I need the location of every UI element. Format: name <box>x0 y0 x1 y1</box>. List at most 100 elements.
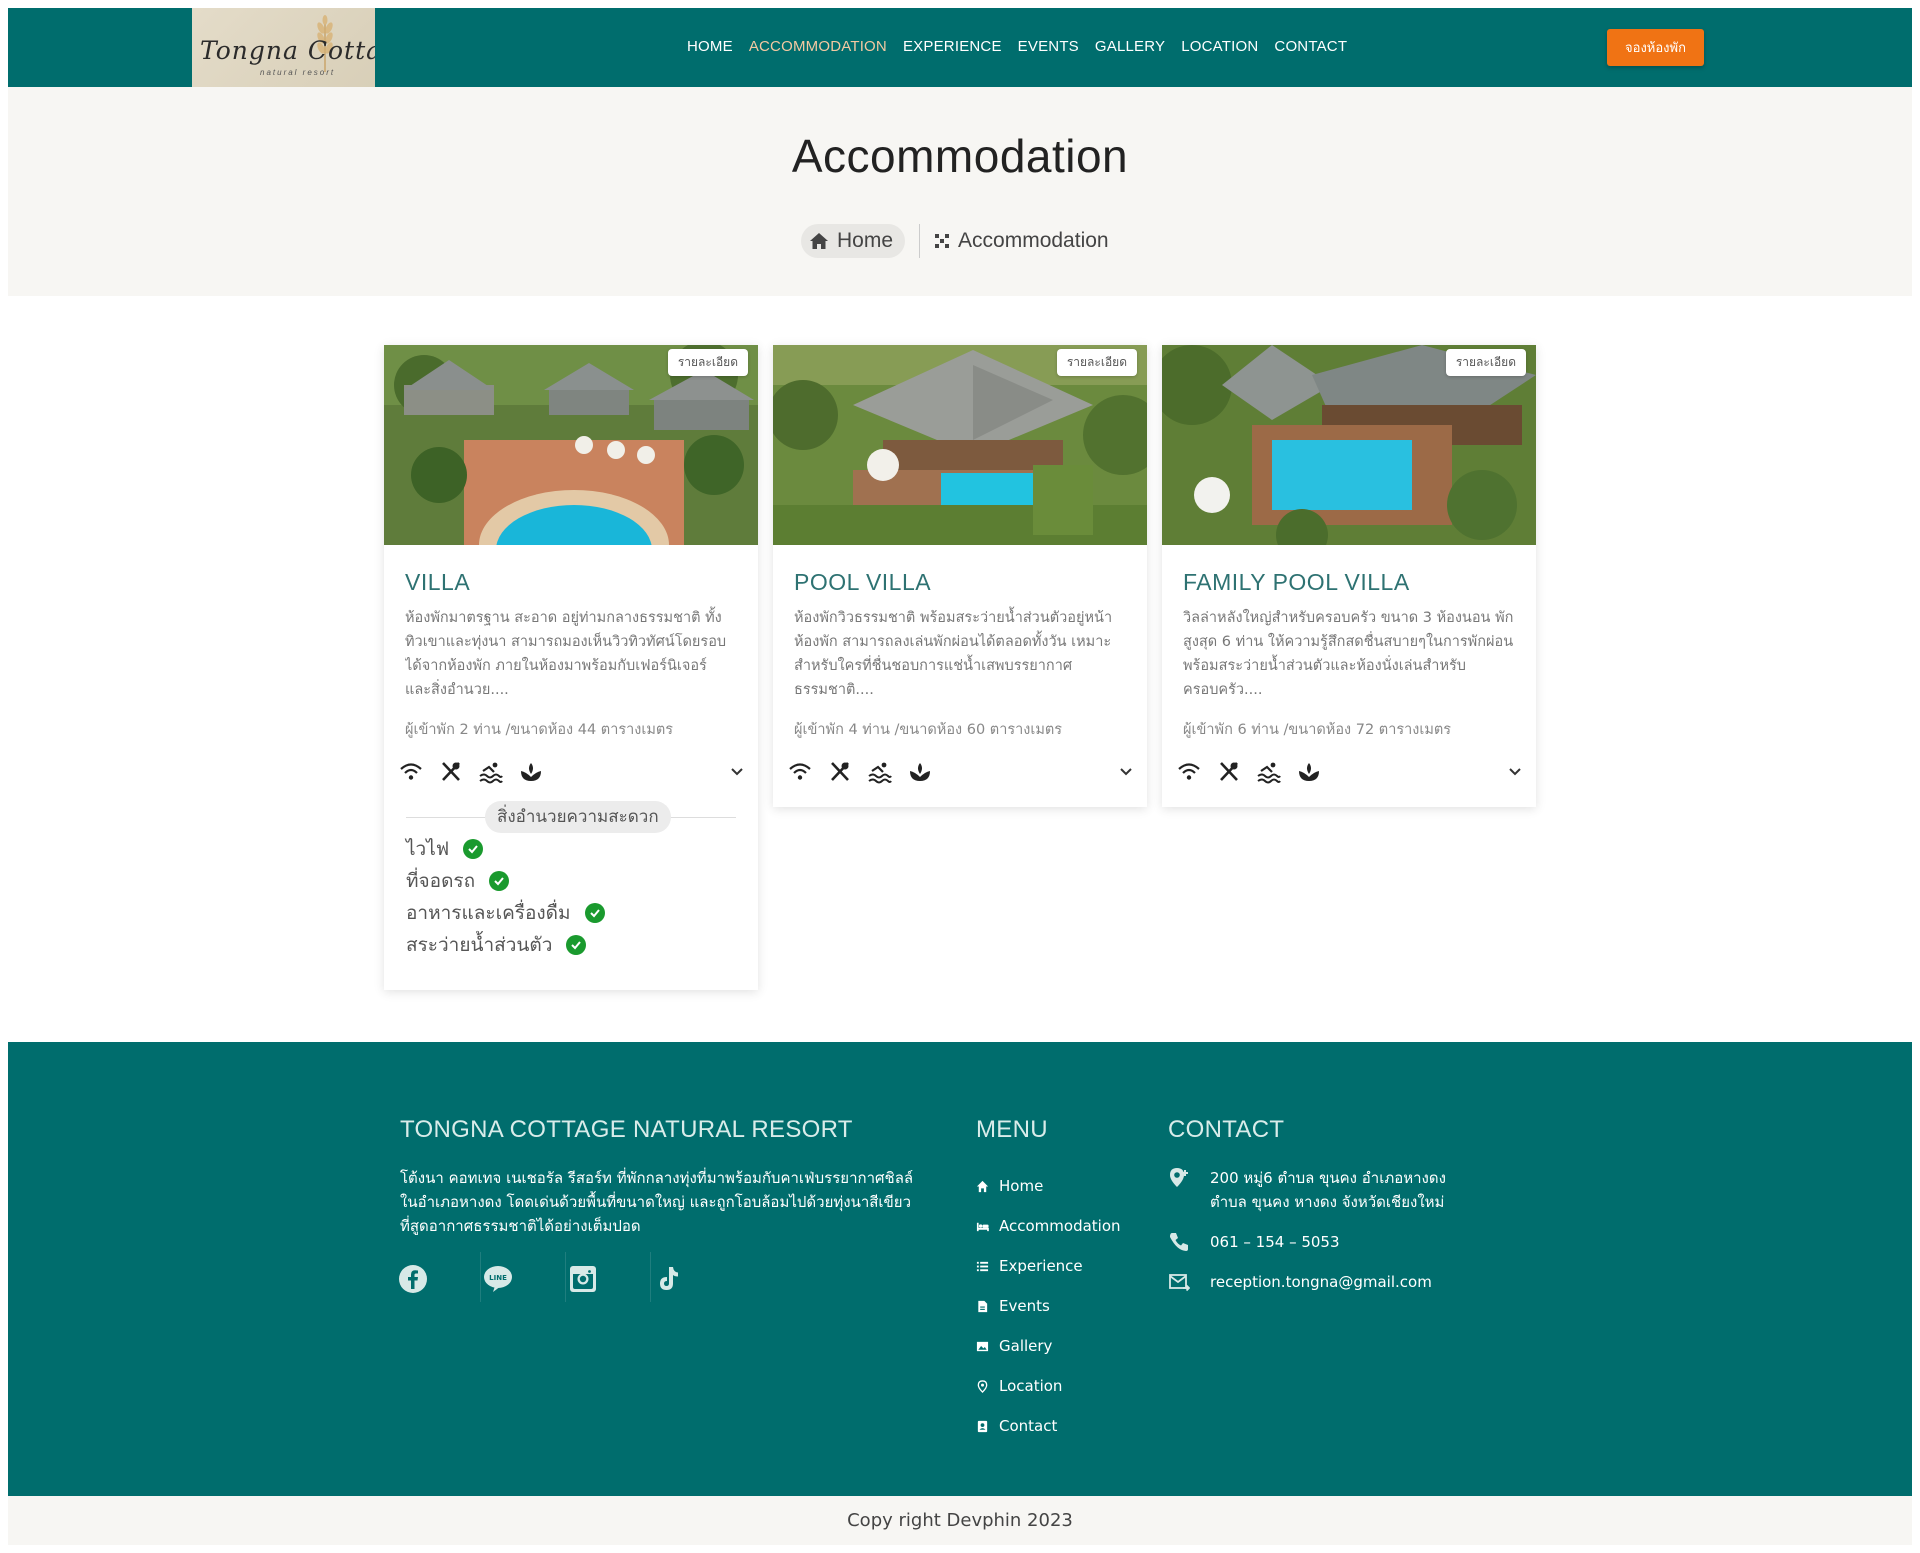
page-title: Accommodation <box>791 130 1129 182</box>
location-pin-icon <box>1170 1168 1188 1187</box>
wifi-icon <box>1176 759 1202 785</box>
book-room-button[interactable]: จองห้องพัก <box>1607 29 1704 66</box>
contact-email[interactable]: reception.tongna@gmail.com <box>1168 1270 1468 1294</box>
footer-contact: 200 หมู่6 ตำบล ขุนคง อำเภอหางดง ตำบล ขุน… <box>1168 1166 1468 1310</box>
check-icon <box>584 903 605 923</box>
room-title[interactable]: VILLA <box>405 569 758 596</box>
grid-dots-icon <box>935 234 950 248</box>
room-card-villa: รายละเอียด VILLA ห้องพักมาตรฐาน สะอาด อย… <box>384 345 758 990</box>
copyright: Copy right Devphin 2023 <box>8 1496 1912 1545</box>
amenities-heading: สิ่งอำนวยความสะดวก <box>485 801 671 833</box>
footer-menu-location[interactable]: Location <box>976 1366 1121 1406</box>
footer-menu-label: Home <box>999 1177 1044 1195</box>
details-badge[interactable]: รายละเอียด <box>667 349 748 376</box>
instagram-link[interactable] <box>566 1252 651 1302</box>
spa-icon <box>907 759 933 785</box>
amenity-item: สระว่ายน้ำส่วนตัว <box>406 929 736 961</box>
pool-icon <box>1256 759 1282 785</box>
room-photo-pool-villa[interactable]: รายละเอียด <box>773 345 1147 545</box>
phone-icon <box>1170 1233 1188 1251</box>
footer-menu-events[interactable]: Events <box>976 1286 1121 1326</box>
nav-gallery[interactable]: GALLERY <box>1095 38 1165 55</box>
image-icon <box>976 1341 989 1351</box>
footer-menu: Home Accommodation Experience Events Gal… <box>976 1166 1121 1446</box>
room-amenity-icons <box>398 759 758 787</box>
room-amenity-icons <box>1176 759 1536 787</box>
email-icon <box>1169 1274 1190 1292</box>
amenity-label: อาหารและเครื่องดื่ม <box>406 902 571 924</box>
spa-icon <box>1296 759 1322 785</box>
room-photo-villa[interactable]: รายละเอียด <box>384 345 758 545</box>
footer-menu-home[interactable]: Home <box>976 1166 1121 1206</box>
spa-icon <box>518 759 544 785</box>
amenity-label: ไวไฟ <box>406 838 450 860</box>
facebook-link[interactable] <box>396 1252 481 1302</box>
home-icon <box>810 233 828 249</box>
nav-contact[interactable]: CONTACT <box>1274 38 1347 55</box>
nav-experience[interactable]: EXPERIENCE <box>903 38 1002 55</box>
room-card-pool-villa: รายละเอียด POOL VILLA ห้องพักวิวธรรมชาติ… <box>773 345 1147 807</box>
room-description: ห้องพักมาตรฐาน สะอาด อยู่ท่ามกลางธรรมชาต… <box>405 610 727 698</box>
main-menu: HOME ACCOMMODATION EXPERIENCE EVENTS GAL… <box>687 38 1363 55</box>
contact-phone[interactable]: 061 – 154 – 5053 <box>1168 1230 1468 1254</box>
footer-about-title: TONGNA COTTAGE NATURAL RESORT <box>400 1116 853 1143</box>
breadcrumb-divider <box>919 224 921 258</box>
footer-menu-gallery[interactable]: Gallery <box>976 1326 1121 1366</box>
pool-icon <box>867 759 893 785</box>
utensils-icon <box>438 759 464 785</box>
room-amenity-icons <box>787 759 1147 787</box>
home-icon <box>976 1180 989 1192</box>
top-navbar: Tongna Cottage natural resort HOME ACCOM… <box>8 8 1912 87</box>
footer-menu-accommodation[interactable]: Accommodation <box>976 1206 1121 1246</box>
chevron-down-icon[interactable] <box>1115 761 1137 783</box>
contact-card-icon <box>977 1420 988 1432</box>
amenity-item: ที่จอดรถ <box>406 865 736 897</box>
chevron-down-icon[interactable] <box>726 761 748 783</box>
nav-events[interactable]: EVENTS <box>1018 38 1079 55</box>
footer-menu-title: MENU <box>976 1116 1048 1143</box>
room-meta: ผู้เข้าพัก 2 ท่าน /ขนาดห้อง 44 ตารางเมตร <box>405 722 674 738</box>
room-title[interactable]: FAMILY POOL VILLA <box>1183 569 1536 596</box>
details-badge[interactable]: รายละเอียด <box>1445 349 1526 376</box>
breadcrumb-current-label: Accommodation <box>958 229 1109 252</box>
page: Tongna Cottage natural resort HOME ACCOM… <box>8 8 1912 1545</box>
amenity-item: ไวไฟ <box>406 833 736 865</box>
utensils-icon <box>827 759 853 785</box>
line-icon: LINE <box>484 1266 512 1292</box>
address-text: 200 หมู่6 ตำบล ขุนคง อำเภอหางดง ตำบล ขุน… <box>1210 1169 1446 1211</box>
room-title[interactable]: POOL VILLA <box>794 569 1147 596</box>
footer-menu-experience[interactable]: Experience <box>976 1246 1121 1286</box>
breadcrumb-home-label: Home <box>837 229 894 252</box>
breadcrumb: Home Accommodation <box>801 224 1109 258</box>
breadcrumb-home[interactable]: Home <box>801 224 906 258</box>
nav-home[interactable]: HOME <box>687 38 733 55</box>
email-text: reception.tongna@gmail.com <box>1210 1273 1432 1291</box>
map-pin-icon <box>977 1379 988 1393</box>
details-badge[interactable]: รายละเอียด <box>1056 349 1137 376</box>
wifi-icon <box>398 759 424 785</box>
wifi-icon <box>787 759 813 785</box>
room-meta: ผู้เข้าพัก 6 ท่าน /ขนาดห้อง 72 ตารางเมตร <box>1183 722 1452 738</box>
footer-about-text: โต้งนา คอทเทจ เนเชอรัล รีสอร์ท ที่พักกลา… <box>400 1169 914 1235</box>
footer-menu-label: Gallery <box>999 1337 1053 1355</box>
chevron-down-icon[interactable] <box>1504 761 1526 783</box>
line-link[interactable]: LINE <box>481 1252 566 1302</box>
room-photo-family-pool-villa[interactable]: รายละเอียด <box>1162 345 1536 545</box>
footer-menu-label: Location <box>999 1377 1063 1395</box>
room-card-family-pool-villa: รายละเอียด FAMILY POOL VILLA วิลล่าหลังใ… <box>1162 345 1536 807</box>
amenities-panel: สิ่งอำนวยความสะดวก ไวไฟ ที่จอดรถ อาหารแล… <box>406 801 736 961</box>
logo-subtitle: natural resort <box>260 68 336 77</box>
phone-text: 061 – 154 – 5053 <box>1210 1233 1340 1251</box>
nav-location[interactable]: LOCATION <box>1181 38 1258 55</box>
tiktok-icon <box>660 1267 678 1290</box>
footer-contact-title: CONTACT <box>1168 1116 1285 1143</box>
logo[interactable]: Tongna Cottage natural resort <box>192 8 375 87</box>
room-description: วิลล่าหลังใหญ่สำหรับครอบครัว ขนาด 3 ห้อง… <box>1183 610 1514 698</box>
tiktok-link[interactable] <box>651 1252 736 1302</box>
amenity-label: สระว่ายน้ำส่วนตัว <box>406 934 553 956</box>
footer-menu-contact[interactable]: Contact <box>976 1406 1121 1446</box>
instagram-icon <box>570 1266 596 1292</box>
svg-text:LINE: LINE <box>489 1274 507 1282</box>
nav-accommodation[interactable]: ACCOMMODATION <box>749 38 887 55</box>
logo-text: Tongna Cottage <box>200 36 375 65</box>
